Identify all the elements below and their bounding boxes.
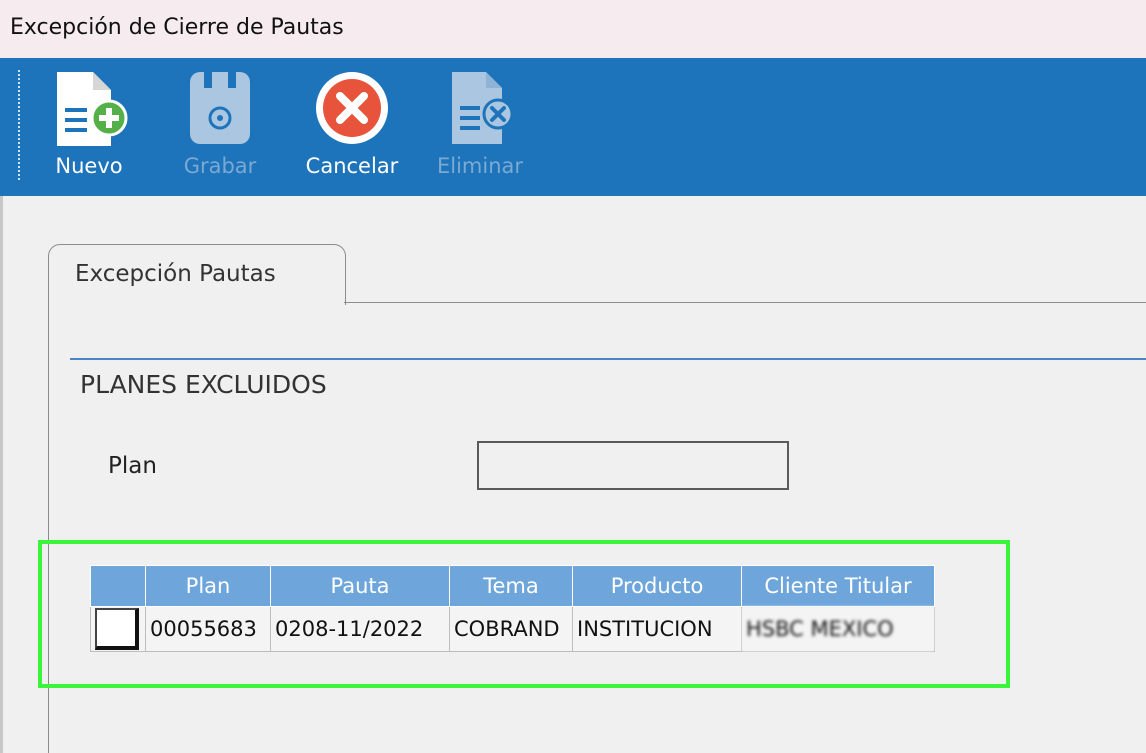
tab-strip-border xyxy=(344,302,1146,303)
window-left-border xyxy=(0,196,3,753)
delete-button-label: Eliminar xyxy=(436,154,524,178)
excluded-plans-grid: Plan Pauta Tema Producto Cliente Titular… xyxy=(90,565,935,652)
new-button[interactable]: Nuevo xyxy=(44,70,134,190)
toolbar-grip[interactable] xyxy=(18,70,22,180)
cancel-button[interactable]: Cancelar xyxy=(296,70,408,190)
column-header-tema[interactable]: Tema xyxy=(449,565,573,607)
cell-plan[interactable]: 00055683 xyxy=(145,606,271,652)
cell-pauta[interactable]: 0208-11/2022 xyxy=(270,606,450,652)
column-header-pauta[interactable]: Pauta xyxy=(270,565,450,607)
new-document-icon xyxy=(57,72,128,146)
delete-button[interactable]: Eliminar xyxy=(430,70,530,190)
row-checkbox[interactable] xyxy=(95,608,139,650)
column-header-producto[interactable]: Producto xyxy=(572,565,742,607)
toolbar: Nuevo Grabar Cancelar Eliminar xyxy=(0,58,1146,196)
new-button-label: Nuevo xyxy=(55,154,123,178)
cancel-button-label: Cancelar xyxy=(305,154,399,178)
save-button-label: Grabar xyxy=(183,154,257,178)
cancel-icon xyxy=(316,72,388,144)
section-separator xyxy=(70,358,1146,360)
cell-producto[interactable]: INSTITUCION xyxy=(572,606,742,652)
table-row[interactable]: 00055683 0208-11/2022 COBRAND INSTITUCIO… xyxy=(90,606,935,652)
tab-excepcion-pautas[interactable]: Excepción Pautas xyxy=(48,244,346,305)
column-header-cliente-titular[interactable]: Cliente Titular xyxy=(741,565,935,607)
window-title: Excepción de Cierre de Pautas xyxy=(10,15,344,40)
plan-label: Plan xyxy=(108,453,157,479)
cell-cliente-titular[interactable]: HSBC MEXICO xyxy=(741,606,935,652)
plan-input[interactable] xyxy=(477,441,789,490)
section-title: PLANES EXCLUIDOS xyxy=(80,370,327,399)
column-header-plan[interactable]: Plan xyxy=(145,565,271,607)
column-header-select[interactable] xyxy=(90,565,146,607)
title-bar: Excepción de Cierre de Pautas xyxy=(0,0,1146,58)
row-select-cell[interactable] xyxy=(90,606,146,652)
save-icon xyxy=(190,72,250,144)
grid-header-row: Plan Pauta Tema Producto Cliente Titular xyxy=(90,565,935,607)
cell-tema[interactable]: COBRAND xyxy=(449,606,573,652)
delete-document-icon xyxy=(452,72,514,144)
tab-label: Excepción Pautas xyxy=(75,261,276,287)
save-button[interactable]: Grabar xyxy=(172,70,268,190)
